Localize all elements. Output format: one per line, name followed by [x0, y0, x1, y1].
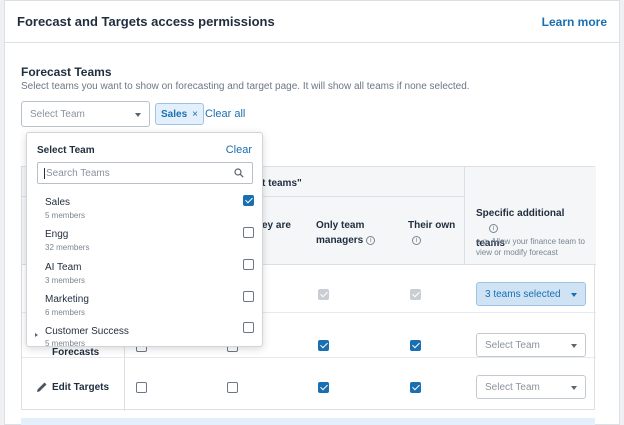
only-managers-checkbox[interactable]: [318, 340, 329, 351]
team-search-input[interactable]: Search Teams: [37, 162, 253, 184]
dropdown-clear-link[interactable]: Clear: [226, 144, 252, 156]
forecast-teams-description: Select teams you want to show on forecas…: [21, 81, 470, 92]
column-header-line: managers i: [316, 233, 376, 248]
team-option-checkbox[interactable]: [243, 291, 254, 302]
team-option-name[interactable]: Engg: [45, 229, 68, 240]
column-header-line: Specific additional i: [476, 206, 586, 236]
text-cursor: [44, 168, 45, 179]
team-option-members: 5 members: [45, 211, 86, 220]
search-icon: [234, 168, 244, 178]
select-placeholder: Select Team: [485, 382, 540, 393]
team-option-name[interactable]: Sales: [45, 197, 70, 208]
team-option-members: 5 members: [45, 339, 86, 347]
column-header-line: i: [408, 233, 455, 248]
row-checkbox[interactable]: [227, 382, 238, 393]
row-checkbox[interactable]: [136, 382, 147, 393]
info-banner: [21, 418, 595, 425]
dropdown-title: Select Team: [37, 145, 95, 156]
card-header: Forecast and Targets access permissions …: [5, 1, 619, 43]
team-option-members: 6 members: [45, 308, 86, 317]
info-icon[interactable]: i: [412, 235, 421, 245]
specific-teams-select[interactable]: 3 teams selected: [476, 282, 586, 306]
team-option-name[interactable]: Marketing: [45, 294, 89, 305]
column-header-text: Their own: [408, 220, 456, 231]
specific-teams-hint: e.g. Allow your finance team to view or …: [476, 237, 585, 257]
team-option-checkbox[interactable]: [243, 227, 254, 238]
specific-teams-select[interactable]: Select Team: [476, 375, 586, 399]
row-divider: [22, 357, 596, 358]
chevron-down-icon: [135, 113, 141, 117]
chevron-down-icon: [571, 293, 577, 297]
column-header-text: Specific additional: [476, 208, 565, 219]
only-managers-checkbox[interactable]: [318, 382, 329, 393]
column-header-they-are: ey are: [262, 220, 291, 231]
chevron-down-icon: [571, 386, 577, 390]
team-option-checkbox[interactable]: [243, 195, 254, 206]
learn-more-link[interactable]: Learn more: [542, 15, 607, 29]
team-option-checkbox[interactable]: [243, 322, 254, 333]
clear-all-link[interactable]: Clear all: [205, 108, 245, 120]
team-dropdown: Select Team Clear Search Teams Sales 5 m…: [26, 132, 263, 347]
team-option-name[interactable]: Customer Success: [45, 326, 129, 337]
column-header-text: managers: [316, 235, 364, 246]
page-title: Forecast and Targets access permissions: [17, 14, 275, 29]
selected-team-chip: Sales ×: [155, 103, 204, 125]
forecast-teams-select[interactable]: Select Team: [21, 101, 150, 127]
group-header-label: t teams": [262, 178, 302, 189]
row-label-forecasts: Forecasts: [52, 347, 100, 358]
their-own-checkbox[interactable]: [410, 382, 421, 393]
specific-teams-value: 3 teams selected: [485, 289, 561, 300]
select-placeholder: Select Team: [30, 109, 85, 120]
team-option-checkbox[interactable]: [243, 259, 254, 270]
info-icon[interactable]: i: [366, 235, 376, 245]
chevron-down-icon: [571, 344, 577, 348]
column-header-their-own: Their own i: [408, 218, 455, 248]
forecast-teams-title: Forecast Teams: [21, 65, 112, 79]
caret-right-icon: [35, 333, 38, 337]
column-header-only-managers: Only team managers i: [316, 218, 376, 248]
select-placeholder: Select Team: [485, 340, 540, 351]
their-own-checkbox[interactable]: [410, 340, 421, 351]
team-option-name[interactable]: AI Team: [45, 262, 82, 273]
chip-label: Sales: [161, 108, 188, 120]
team-option-members: 32 members: [45, 243, 90, 252]
row-label-edit-targets: Edit Targets: [52, 382, 110, 393]
team-option-members: 3 members: [45, 276, 86, 285]
chip-remove-icon[interactable]: ×: [192, 109, 198, 120]
specific-teams-select[interactable]: Select Team: [476, 333, 586, 357]
their-own-checkbox: [410, 289, 421, 300]
only-managers-checkbox: [318, 289, 329, 300]
pencil-icon: [37, 382, 47, 392]
search-placeholder: Search Teams: [46, 168, 110, 180]
column-header-line: Only team: [316, 220, 365, 231]
info-icon[interactable]: i: [489, 223, 498, 233]
